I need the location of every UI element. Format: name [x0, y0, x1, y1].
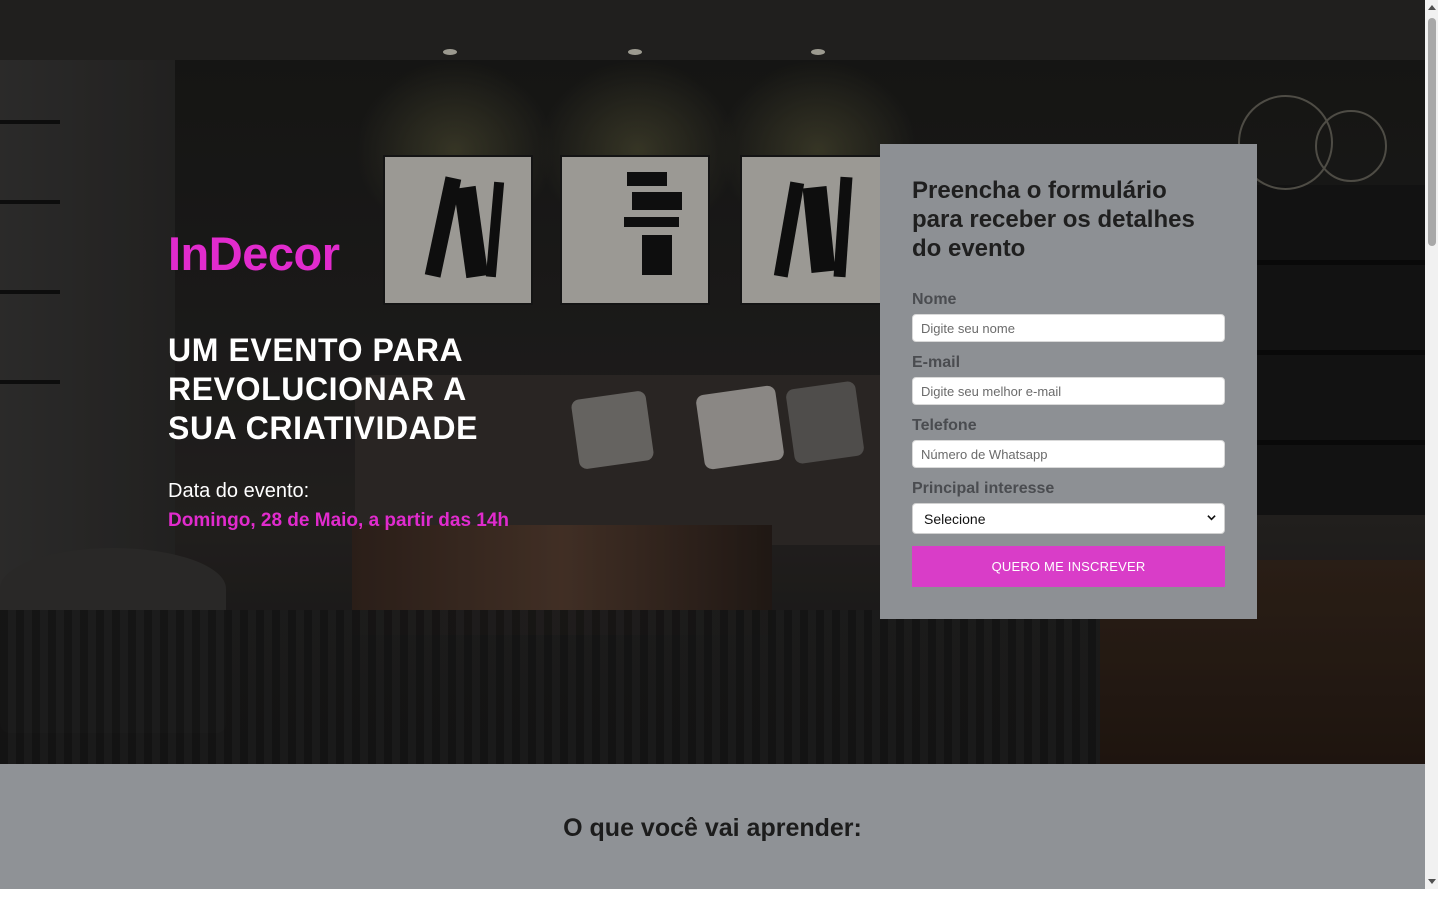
page-viewport: InDecor UM EVENTO PARA REVOLUCIONAR A SU…: [0, 0, 1425, 889]
event-date-label: Data do evento:: [168, 480, 310, 502]
event-date-value: Domingo, 28 de Maio, a partir das 14h: [168, 510, 510, 531]
signup-form: Preencha o formulário para receber os de…: [880, 144, 1257, 619]
vertical-scrollbar[interactable]: [1425, 0, 1438, 889]
brand-logo: InDecor: [168, 227, 340, 280]
scroll-down-arrow-icon[interactable]: [1428, 879, 1436, 884]
form-title: Preencha o formulário para receber os de…: [912, 177, 1195, 262]
interest-label: Principal interesse: [912, 480, 1055, 497]
interest-select-value: Selecione: [924, 511, 986, 527]
learn-title: O que você vai aprender:: [563, 814, 862, 842]
phone-input[interactable]: [912, 440, 1225, 468]
name-input[interactable]: [912, 314, 1225, 342]
learn-section: O que você vai aprender:: [0, 764, 1425, 889]
chevron-down-icon: [1207, 515, 1216, 521]
scroll-up-arrow-icon[interactable]: [1428, 5, 1436, 10]
scrollbar-thumb[interactable]: [1428, 18, 1436, 246]
hero-section: InDecor UM EVENTO PARA REVOLUCIONAR A SU…: [0, 0, 1425, 764]
interest-select[interactable]: Selecione: [912, 503, 1225, 534]
bottom-bar: [0, 889, 1438, 900]
email-label: E-mail: [912, 354, 961, 371]
submit-button[interactable]: QUERO ME INSCREVER: [912, 546, 1225, 587]
email-input[interactable]: [912, 377, 1225, 405]
hero-headline: UM EVENTO PARA REVOLUCIONAR A SUA CRIATI…: [168, 332, 479, 446]
phone-label: Telefone: [912, 417, 977, 434]
name-label: Nome: [912, 291, 957, 308]
